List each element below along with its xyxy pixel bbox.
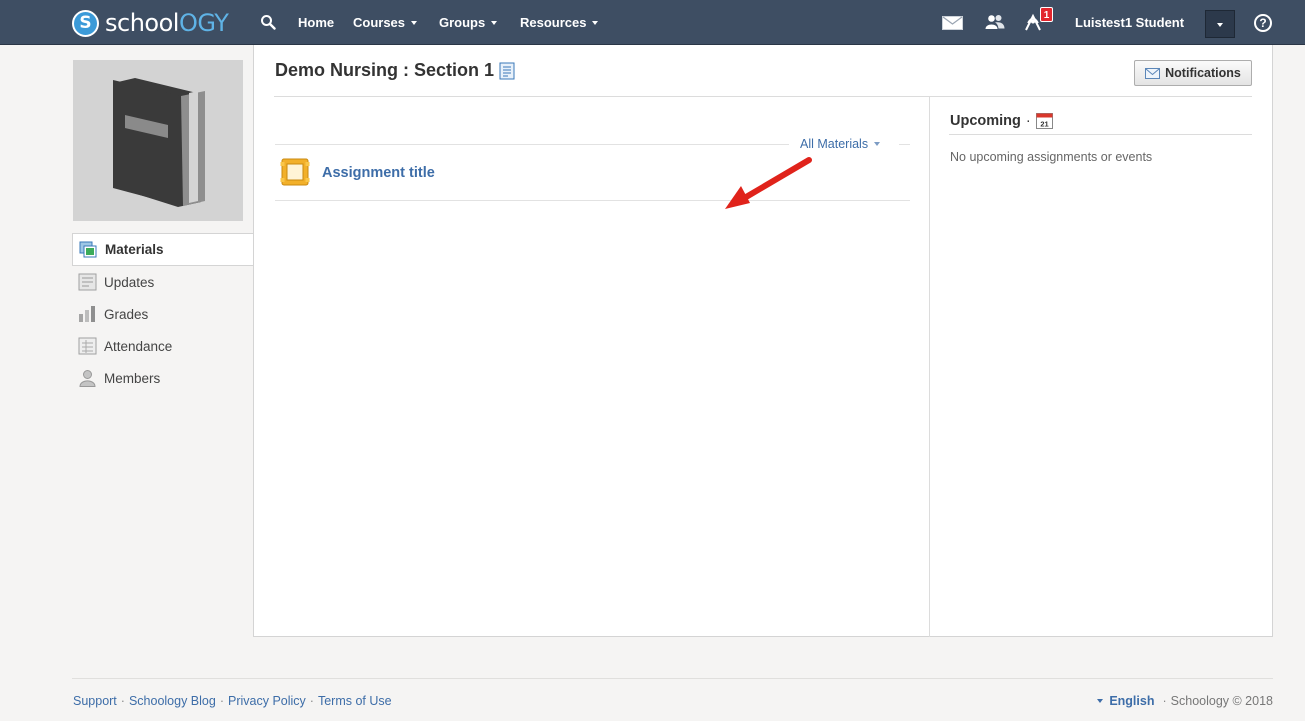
user-menu-button[interactable] xyxy=(1205,10,1235,38)
notifications-button[interactable]: Notifications xyxy=(1134,60,1252,86)
connections-icon[interactable] xyxy=(985,14,1005,30)
column-divider xyxy=(929,97,930,637)
calendar-day: 21 xyxy=(1040,120,1048,129)
logo-s-icon: S xyxy=(72,9,99,37)
upcoming-divider xyxy=(949,134,1252,135)
footer-link-support[interactable]: Support xyxy=(73,694,117,708)
nav-groups[interactable]: Groups xyxy=(439,15,498,30)
course-info-icon[interactable] xyxy=(498,62,516,80)
nav-courses[interactable]: Courses xyxy=(353,15,418,30)
language-selector[interactable]: English xyxy=(1109,694,1154,708)
nav-groups-label: Groups xyxy=(439,15,486,30)
chevron-down-icon xyxy=(491,20,498,25)
top-navbar: S schoolOGY Home Courses Groups Resource… xyxy=(0,0,1305,45)
members-icon xyxy=(79,370,96,387)
materials-icon xyxy=(79,241,97,257)
footer-separator: · xyxy=(120,694,125,708)
chevron-down-icon xyxy=(411,20,418,25)
upcoming-heading-text: Upcoming xyxy=(950,112,1021,129)
attendance-icon xyxy=(78,337,97,355)
sidebar-item-attendance[interactable]: Attendance xyxy=(72,330,254,362)
upcoming-heading: Upcoming · 21 xyxy=(950,112,1053,129)
all-materials-filter[interactable]: All Materials xyxy=(800,137,881,151)
footer-link-terms[interactable]: Terms of Use xyxy=(318,694,392,708)
sidebar-item-grades[interactable]: Grades xyxy=(72,298,254,330)
footer-separator: · xyxy=(1162,694,1167,708)
nav-courses-label: Courses xyxy=(353,15,406,30)
footer-separator: · xyxy=(219,694,224,708)
notifications-button-label: Notifications xyxy=(1165,66,1241,80)
sidebar-item-members[interactable]: Members xyxy=(72,362,254,394)
help-icon[interactable]: ? xyxy=(1254,14,1272,32)
chevron-down-icon xyxy=(1097,699,1104,703)
page-title: Demo Nursing : Section 1 xyxy=(275,60,516,81)
nav-resources-label: Resources xyxy=(520,15,587,30)
messages-icon[interactable] xyxy=(942,16,963,30)
chevron-down-icon xyxy=(592,20,599,25)
schoology-logo[interactable]: S schoolOGY xyxy=(72,9,229,37)
nav-home-label: Home xyxy=(298,15,335,30)
envelope-icon xyxy=(1145,67,1161,79)
materials-rule-left xyxy=(275,144,789,145)
sidebar-item-updates[interactable]: Updates xyxy=(72,266,254,298)
course-sidebar-menu: Materials Updates Grades Attendance Memb… xyxy=(72,233,254,394)
grades-icon xyxy=(79,306,95,322)
footer-links: Support · Schoology Blog · Privacy Polic… xyxy=(73,694,392,708)
page-title-text: Demo Nursing : Section 1 xyxy=(275,60,495,80)
assignment-title-link[interactable]: Assignment title xyxy=(322,165,435,181)
calendar-icon[interactable]: 21 xyxy=(1035,112,1053,129)
footer-link-privacy[interactable]: Privacy Policy xyxy=(228,694,306,708)
notification-count-badge: 1 xyxy=(1040,7,1053,22)
updates-icon xyxy=(78,273,97,291)
footer-link-blog[interactable]: Schoology Blog xyxy=(129,694,216,708)
main-content-panel: Demo Nursing : Section 1 Notifications A… xyxy=(253,45,1273,637)
chevron-down-icon xyxy=(874,142,881,146)
sidebar-item-label: Members xyxy=(104,370,161,386)
upcoming-empty-text: No upcoming assignments or events xyxy=(950,150,1153,164)
sidebar-item-label: Updates xyxy=(104,274,155,290)
footer-divider xyxy=(72,678,1273,679)
logo-wordmark: schoolOGY xyxy=(105,9,229,37)
sidebar-item-label: Grades xyxy=(104,306,149,322)
assignment-icon xyxy=(280,158,310,186)
nav-resources[interactable]: Resources xyxy=(520,15,599,30)
sidebar-item-label: Materials xyxy=(105,242,164,257)
course-profile-picture xyxy=(73,60,243,221)
all-materials-label: All Materials xyxy=(800,137,869,151)
copyright-text: Schoology © 2018 xyxy=(1170,694,1273,708)
footer-separator: · xyxy=(309,694,314,708)
search-icon[interactable] xyxy=(260,14,276,30)
sidebar-item-materials[interactable]: Materials xyxy=(72,233,254,266)
header-divider xyxy=(274,96,1252,97)
footer-right: English · Schoology © 2018 xyxy=(1097,694,1273,708)
sidebar-item-label: Attendance xyxy=(104,338,173,354)
user-name-link[interactable]: Luistest1 Student xyxy=(1075,15,1184,30)
nav-home[interactable]: Home xyxy=(298,15,334,30)
materials-rule-right xyxy=(899,144,910,145)
chevron-down-icon xyxy=(1217,23,1223,27)
book-icon xyxy=(113,78,205,207)
red-arrow-annotation xyxy=(725,157,812,209)
upcoming-dot: · xyxy=(1025,112,1031,129)
